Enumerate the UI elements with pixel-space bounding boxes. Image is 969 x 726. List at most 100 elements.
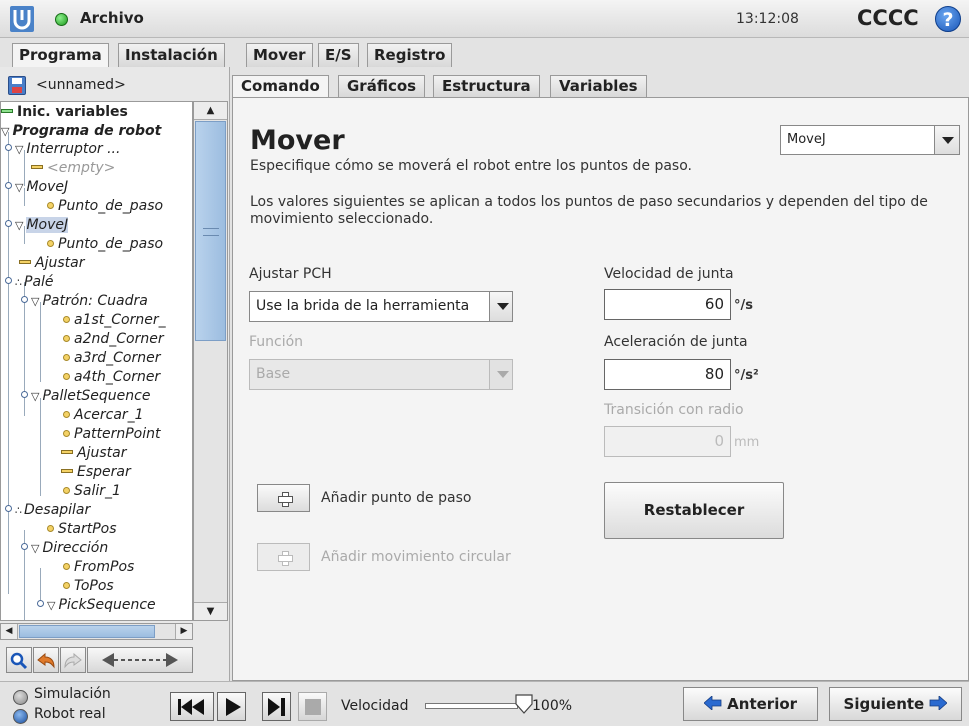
- tree-node[interactable]: <empty>: [31, 159, 115, 178]
- feature-dropdown[interactable]: Base: [249, 359, 513, 390]
- scroll-thumb[interactable]: [195, 121, 226, 341]
- tree-node[interactable]: a4th_Corner: [63, 368, 160, 387]
- tab-es[interactable]: E/S: [318, 43, 359, 67]
- robot-status-icon[interactable]: [55, 13, 68, 26]
- redo-icon[interactable]: [60, 647, 86, 673]
- tree-node[interactable]: ▽ MoveJ: [15, 178, 68, 197]
- tree-node[interactable]: ▽ Patrón: Cuadra: [31, 292, 148, 311]
- tab-estructura[interactable]: Estructura: [433, 75, 540, 97]
- step-button[interactable]: [262, 692, 291, 721]
- scroll-down-icon[interactable]: ▼: [194, 602, 227, 620]
- tree-node[interactable]: Inic. variables: [1, 103, 128, 122]
- add-waypoint-label[interactable]: Añadir punto de paso: [321, 490, 471, 506]
- real-robot-radio[interactable]: [13, 709, 28, 724]
- tree-node[interactable]: a1st_Corner_: [63, 311, 166, 330]
- speed-value: 100%: [532, 698, 573, 714]
- skip-to-start-button[interactable]: [170, 692, 214, 721]
- undo-icon[interactable]: [33, 647, 59, 673]
- tab-mover[interactable]: Mover: [246, 43, 313, 67]
- tree-handle-icon: [5, 144, 12, 151]
- waypoint-icon: [63, 563, 70, 570]
- add-waypoint-button[interactable]: [257, 484, 310, 512]
- chevron-down-icon[interactable]: [934, 126, 959, 154]
- play-button[interactable]: [217, 692, 246, 721]
- tree-node-selected[interactable]: ▽ MoveJ: [15, 216, 69, 235]
- simulation-radio[interactable]: [13, 690, 28, 705]
- tcp-dropdown[interactable]: Use la brida de la herramienta: [249, 291, 513, 322]
- tcp-value: Use la brida de la herramienta: [256, 298, 470, 314]
- tree-node[interactable]: Salir_1: [63, 482, 121, 501]
- tree-horizontal-scrollbar[interactable]: ◀ ▶: [0, 623, 193, 640]
- expanded-triangle-icon: ▽: [31, 295, 40, 308]
- save-icon[interactable]: [8, 76, 26, 95]
- tree-node[interactable]: Punto_de_paso: [47, 235, 163, 254]
- tree-node[interactable]: ▽ PickSequence: [47, 596, 156, 615]
- tree-node[interactable]: Ajustar: [61, 444, 126, 463]
- file-menu[interactable]: Archivo: [80, 9, 144, 27]
- scroll-up-icon[interactable]: ▲: [194, 102, 227, 120]
- joint-speed-input[interactable]: 60: [604, 289, 731, 320]
- move-node-arrows-icon[interactable]: [87, 647, 193, 673]
- arrow-left-icon: [703, 696, 722, 710]
- command-panel: Mover Especifique cómo se moverá el robo…: [232, 97, 969, 681]
- tree-node[interactable]: ToPos: [63, 577, 114, 596]
- tree-handle-icon: [21, 543, 28, 550]
- previous-label: Anterior: [727, 695, 798, 713]
- tree-node[interactable]: PatternPoint: [63, 425, 161, 444]
- tree-line: [40, 302, 41, 382]
- previous-button[interactable]: Anterior: [683, 687, 818, 721]
- chevron-down-icon[interactable]: [489, 292, 512, 321]
- reset-button[interactable]: Restablecer: [604, 482, 784, 539]
- tree-handle-icon: [5, 220, 12, 227]
- expanded-triangle-icon: ▽: [1, 125, 10, 138]
- pallet-icon: ∴: [15, 276, 22, 289]
- real-robot-label[interactable]: Robot real: [34, 706, 106, 722]
- joint-accel-unit: °/s²: [734, 368, 759, 383]
- help-icon[interactable]: ?: [935, 6, 961, 32]
- program-tree[interactable]: Inic. variables ▽ Programa de robot ▽ Inte…: [0, 101, 193, 621]
- footer-bar: Simulación Robot real Velocidad 100% Ant…: [0, 681, 969, 726]
- set-icon: [19, 260, 31, 264]
- program-file-name: <unnamed>: [36, 77, 126, 93]
- tree-node[interactable]: a2nd_Corner: [63, 330, 164, 349]
- tree-node[interactable]: StartPos: [47, 520, 117, 539]
- clock: 13:12:08: [736, 11, 799, 27]
- tab-graficos[interactable]: Gráficos: [338, 75, 426, 97]
- tree-node[interactable]: Acercar_1: [63, 406, 144, 425]
- speed-slider-track[interactable]: [425, 703, 518, 709]
- joint-accel-input[interactable]: 80: [604, 359, 731, 390]
- tree-node[interactable]: a3rd_Corner: [63, 349, 160, 368]
- tab-instalacion[interactable]: Instalación: [118, 43, 225, 67]
- simulation-label[interactable]: Simulación: [34, 686, 111, 702]
- tree-node[interactable]: FromPos: [63, 558, 134, 577]
- search-icon[interactable]: [6, 647, 32, 673]
- scroll-right-icon[interactable]: ▶: [175, 624, 192, 639]
- main-tabs: Programa Instalación Mover E/S Registro: [0, 43, 969, 68]
- tab-registro[interactable]: Registro: [367, 43, 453, 67]
- tree-node[interactable]: Punto_de_paso: [47, 197, 163, 216]
- tree-node[interactable]: ▽ Dirección: [31, 539, 108, 558]
- move-type-value: MoveJ: [787, 132, 826, 147]
- tree-node[interactable]: ▽ Interruptor ...: [15, 140, 120, 159]
- plus-icon: [278, 492, 293, 507]
- tree-handle-icon: [5, 182, 12, 189]
- tree-vertical-scrollbar[interactable]: ▲ ▼: [193, 101, 228, 621]
- program-file-row: <unnamed>: [8, 76, 228, 96]
- tab-variables[interactable]: Variables: [550, 75, 647, 97]
- tree-node[interactable]: ∴ Desapilar: [15, 501, 90, 520]
- tree-node[interactable]: ∴ Palé: [15, 273, 54, 292]
- move-type-dropdown[interactable]: MoveJ: [780, 125, 960, 155]
- joint-speed-label: Velocidad de junta: [604, 266, 734, 282]
- tree-node[interactable]: Ajustar: [19, 254, 84, 273]
- tab-programa[interactable]: Programa: [12, 43, 109, 68]
- tree-node[interactable]: ▽ PalletSequence: [31, 387, 150, 406]
- tree-node[interactable]: Esperar: [61, 463, 131, 482]
- tree-node[interactable]: ▽ Programa de robot: [1, 122, 161, 141]
- expanded-triangle-icon: ▽: [31, 542, 40, 555]
- waypoint-icon: [63, 430, 70, 437]
- scroll-thumb[interactable]: [19, 625, 155, 638]
- next-button[interactable]: Siguiente: [829, 687, 962, 721]
- tab-comando[interactable]: Comando: [232, 75, 329, 98]
- scroll-left-icon[interactable]: ◀: [1, 624, 18, 639]
- speed-slider-thumb[interactable]: [515, 694, 533, 714]
